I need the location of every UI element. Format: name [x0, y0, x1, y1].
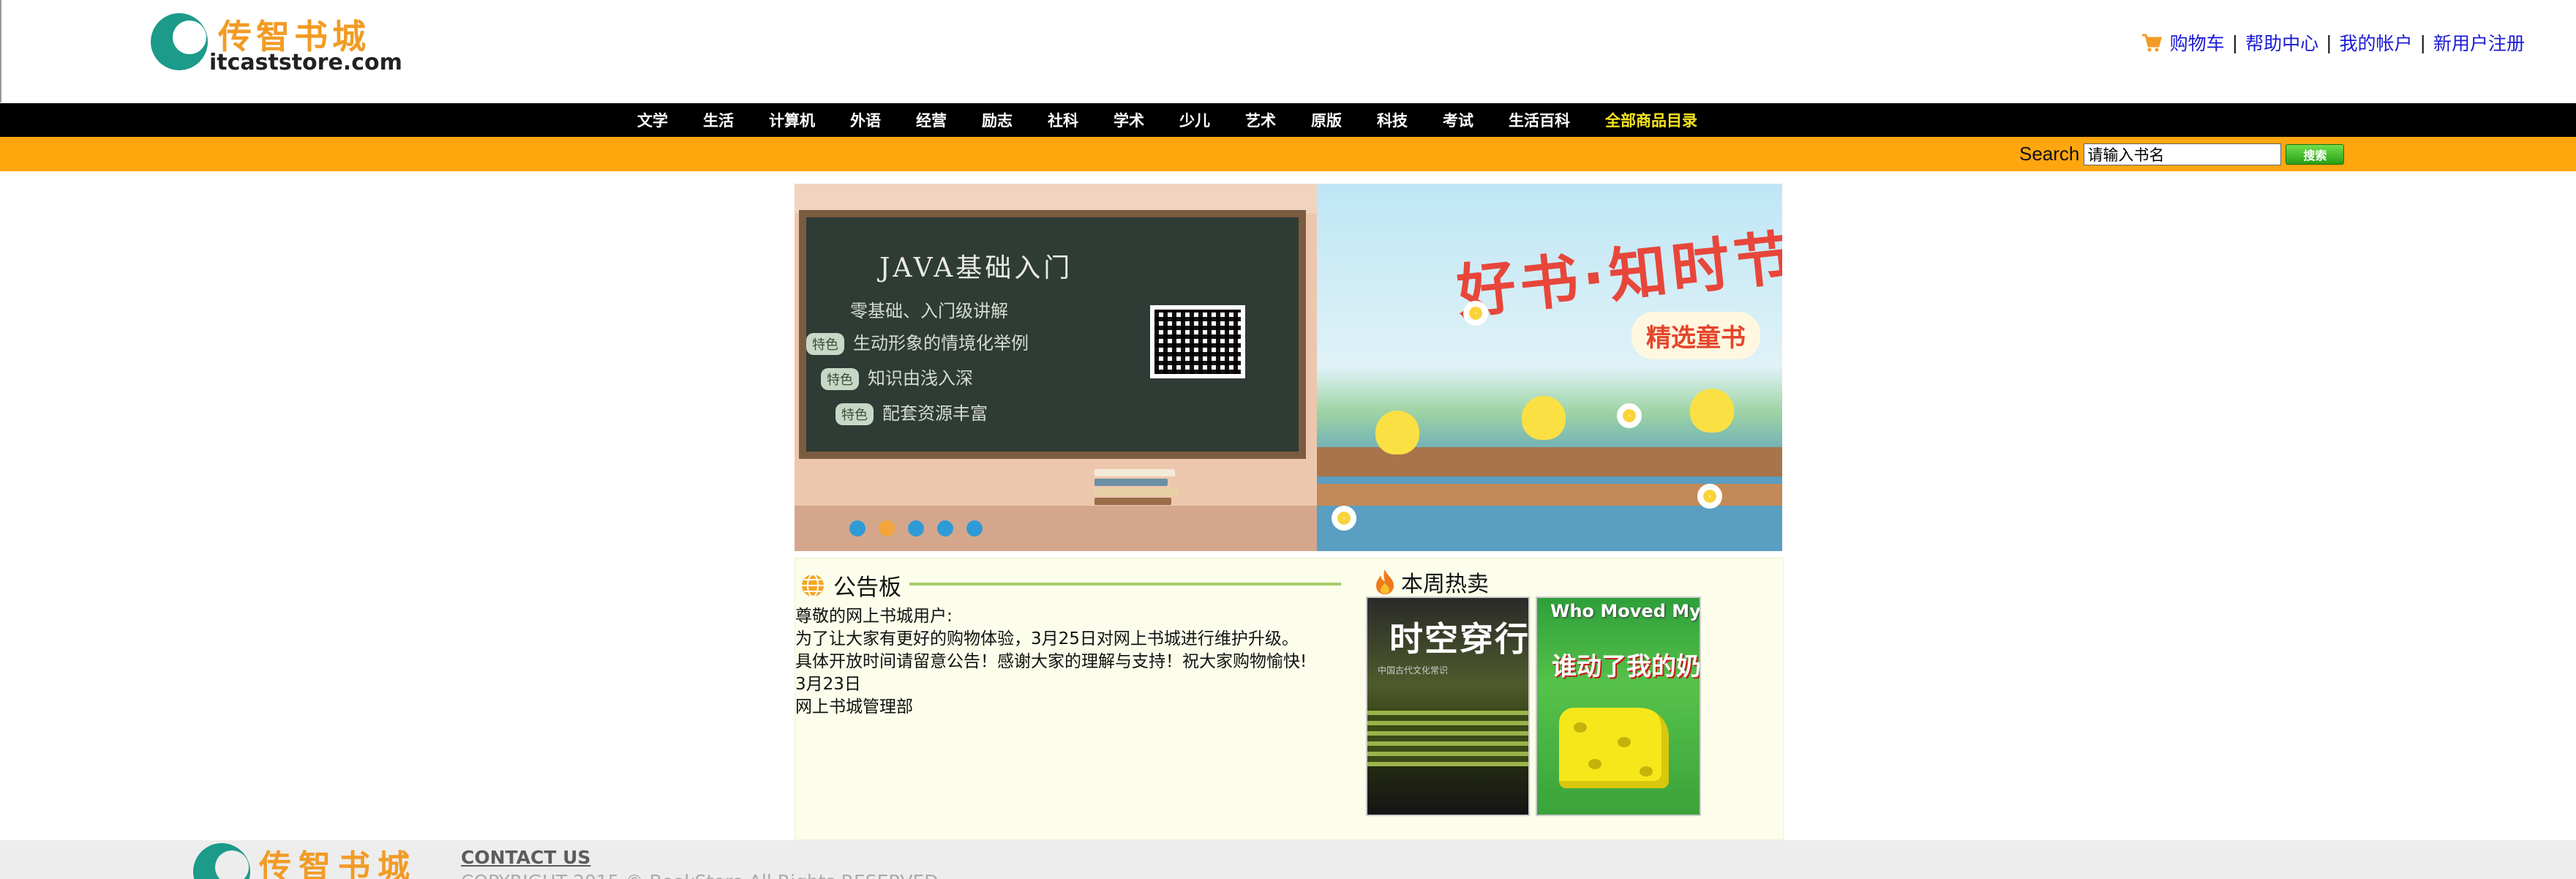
daisy-illustration: [1463, 301, 1488, 326]
duckling-illustration: [1375, 411, 1419, 455]
chalkboard-line-text: 知识由浅入深: [868, 368, 973, 389]
search-form: Search 搜索: [2019, 143, 2345, 165]
category-nav: 文学 生活 计算机 外语 经营 励志 社科 学术 少儿 艺术 原版 科技 考试 …: [0, 103, 2576, 137]
notice-line: 网上书城管理部: [795, 697, 913, 717]
notice-line: 为了让大家有更好的购物体验，3月25日对网上书城进行维护升级。: [795, 629, 1299, 648]
footer-logo-mark: [193, 843, 250, 879]
notice-line: 3月23日: [795, 675, 861, 694]
notice-board-header: 公告板: [800, 569, 901, 602]
notice-line: 尊敬的网上书城用户:: [795, 607, 953, 626]
contact-us-link[interactable]: CONTACT US: [461, 847, 590, 868]
chalkboard-line-text: 生动形象的情境化举例: [853, 333, 1029, 354]
nav-item-exam[interactable]: 考试: [1425, 109, 1491, 131]
book-cover-art: [1367, 708, 1528, 766]
slide-indicators: [849, 520, 983, 536]
nav-item-academic[interactable]: 学术: [1096, 109, 1162, 131]
banner-slide-childrens-books: 好书·知时节 精选童书: [1317, 184, 1782, 551]
weekly-bestsellers-header: 本周热卖: [1373, 566, 1489, 598]
nav-item-art[interactable]: 艺术: [1228, 109, 1293, 131]
daisy-illustration: [1697, 484, 1722, 509]
fire-icon: [1376, 569, 1394, 594]
site-logo[interactable]: 传智书城 itcaststore.com: [151, 10, 402, 76]
site-footer: 传智书城 CONTACT US COPYRIGHT 2015 © BookSto…: [0, 840, 2576, 879]
book-stack: [1094, 469, 1182, 513]
cart-icon[interactable]: [2141, 31, 2163, 53]
qr-code: [1150, 305, 1245, 378]
footer-logo-name: 传智书城: [259, 848, 417, 879]
nav-item-original[interactable]: 原版: [1293, 109, 1359, 131]
duckling-illustration: [1522, 396, 1566, 440]
book-cover-chinese-title: 谁动了我的奶酪?: [1552, 652, 1701, 681]
duckling-illustration: [1690, 389, 1734, 433]
globe-icon: [802, 573, 824, 597]
slide-dot[interactable]: [966, 520, 983, 536]
link-separator: |: [2326, 31, 2332, 53]
slide-dot[interactable]: [937, 520, 953, 536]
daisy-illustration: [1332, 506, 1356, 531]
book-cover-title: Who Moved My Cheese?: [1550, 601, 1701, 621]
nav-item-literature[interactable]: 文学: [620, 109, 686, 131]
wall-strip: [795, 184, 1317, 213]
chalkboard-title: JAVA基础入门: [879, 253, 1073, 283]
book-cover-subtitle: 中国古代文化常识: [1378, 665, 1449, 676]
site-header: 传智书城 itcaststore.com 购物车 | 帮助中心 | 我的帐户 |…: [0, 0, 2576, 102]
help-center-link[interactable]: 帮助中心: [2245, 29, 2318, 56]
slide-dot[interactable]: [908, 520, 924, 536]
feature-tag: 特色: [835, 403, 874, 425]
chalkboard-line: 零基础、入门级讲解: [850, 296, 1008, 322]
logo-domain: itcaststore.com: [209, 50, 402, 75]
banner-slide-java: JAVA基础入门 零基础、入门级讲解 特色 生动形象的情境化举例 特色 知识由浅入深…: [795, 184, 1317, 551]
search-button[interactable]: 搜索: [2286, 143, 2345, 165]
top-links: 购物车 | 帮助中心 | 我的帐户 | 新用户注册: [2141, 29, 2525, 56]
copyright-text: COPYRIGHT 2015 © BookStore All Rights RE…: [461, 871, 939, 879]
cart-link[interactable]: 购物车: [2170, 29, 2225, 56]
nav-item-business[interactable]: 经营: [898, 109, 964, 131]
nav-item-life[interactable]: 生活: [686, 109, 751, 131]
bestseller-book-cover[interactable]: Who Moved My Cheese? 谁动了我的奶酪?: [1536, 596, 1701, 816]
feature-tag: 特色: [806, 333, 844, 355]
weekly-bestsellers-title: 本周热卖: [1401, 572, 1489, 597]
nav-item-technology[interactable]: 科技: [1359, 109, 1425, 131]
bestseller-book-cover[interactable]: 时空穿行 中国古代文化常识: [1366, 596, 1530, 816]
link-separator: |: [2419, 31, 2426, 53]
banner-subheadline: 精选童书: [1631, 312, 1760, 359]
chalkboard-line: 特色 知识由浅入深: [821, 364, 973, 390]
notice-board-title: 公告板: [833, 575, 901, 601]
book-cover-art: [1559, 708, 1669, 788]
slide-dot[interactable]: [849, 520, 865, 536]
daisy-illustration: [1617, 403, 1642, 428]
link-separator: |: [2231, 31, 2239, 53]
nav-item-all-catalog[interactable]: 全部商品目录: [1588, 109, 1715, 131]
feature-tag: 特色: [821, 368, 859, 390]
notice-board-body: 尊敬的网上书城用户: 为了让大家有更好的购物体验，3月25日对网上书城进行维护升…: [795, 605, 1307, 719]
my-account-link[interactable]: 我的帐户: [2340, 29, 2413, 56]
nav-item-social-science[interactable]: 社科: [1030, 109, 1096, 131]
nav-item-encyclopedia[interactable]: 生活百科: [1491, 109, 1588, 131]
promo-banner[interactable]: JAVA基础入门 零基础、入门级讲解 特色 生动形象的情境化举例 特色 知识由浅入深…: [795, 184, 1782, 551]
chalkboard-line: 特色 配套资源丰富: [835, 399, 988, 425]
book-cover-title: 时空穿行: [1389, 619, 1530, 659]
main-content: 公告板 尊敬的网上书城用户: 为了让大家有更好的购物体验，3月25日对网上书城进…: [795, 558, 1784, 840]
logo-mark: [151, 13, 208, 70]
nav-item-foreign-language[interactable]: 外语: [833, 109, 898, 131]
search-input[interactable]: [2084, 143, 2282, 165]
chalkboard: JAVA基础入门 零基础、入门级讲解 特色 生动形象的情境化举例 特色 知识由浅入深…: [799, 210, 1306, 459]
chalkboard-line: 特色 生动形象的情境化举例: [806, 329, 1029, 355]
chalkboard-line-text: 零基础、入门级讲解: [850, 301, 1008, 321]
search-label: Search: [2019, 143, 2080, 165]
nav-item-computer[interactable]: 计算机: [751, 109, 833, 131]
search-bar: Search 搜索: [0, 137, 2576, 171]
slide-dot-active[interactable]: [879, 520, 895, 536]
chalkboard-line-text: 配套资源丰富: [882, 403, 988, 424]
register-link[interactable]: 新用户注册: [2433, 29, 2525, 56]
nav-item-children[interactable]: 少儿: [1162, 109, 1228, 131]
notice-divider: [909, 583, 1341, 586]
nav-item-inspiration[interactable]: 励志: [964, 109, 1030, 131]
notice-line: 具体开放时间请留意公告！感谢大家的理解与支持！祝大家购物愉快!: [795, 652, 1307, 671]
